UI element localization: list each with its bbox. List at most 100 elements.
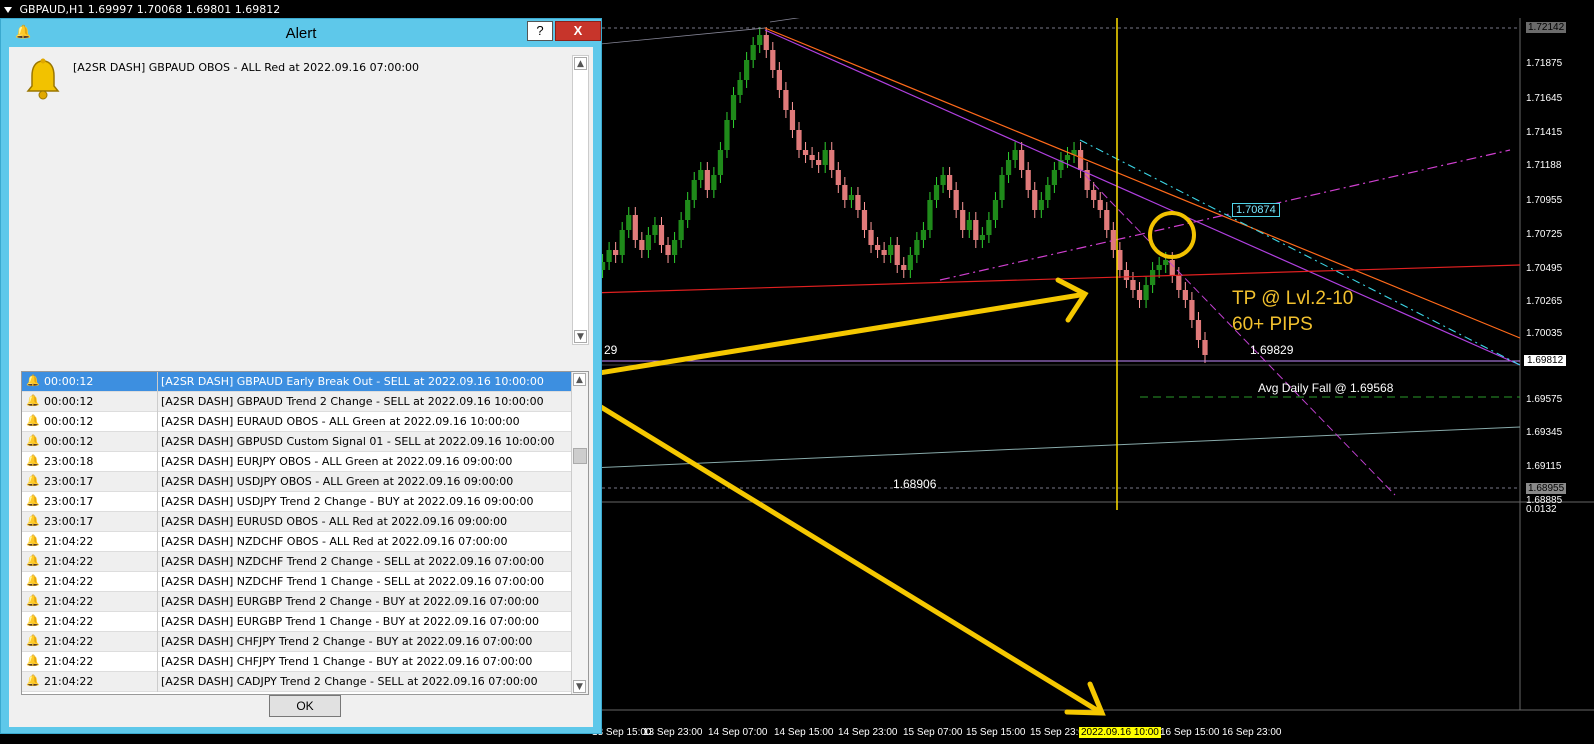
candle <box>770 50 776 70</box>
column-divider <box>157 592 158 612</box>
list-item[interactable]: 🔔 23:00:17 [A2SR DASH] USDJPY Trend 2 Chan… <box>22 492 588 512</box>
chevron-down-icon[interactable] <box>4 7 12 13</box>
list-item[interactable]: 🔔 21:04:22 [A2SR DASH] CHFJPY Trend 1 Chan… <box>22 652 588 672</box>
alert-time: 23:00:17 <box>44 515 94 528</box>
candle <box>1104 210 1110 230</box>
dialog-title: Alert <box>285 25 317 42</box>
candle <box>1012 150 1018 160</box>
candle <box>868 230 874 245</box>
candle <box>776 70 782 90</box>
bell-icon: 🔔 <box>26 474 40 487</box>
candle <box>888 245 894 255</box>
alert-text: [A2SR DASH] NZDCHF Trend 2 Change - SELL… <box>161 555 545 568</box>
list-item[interactable]: 🔔 21:04:22 [A2SR DASH] NZDCHF OBOS - ALL R… <box>22 532 588 552</box>
ok-button[interactable]: OK <box>269 695 341 717</box>
message-scrollbar[interactable]: ▲ ▼ <box>572 55 589 345</box>
candle <box>946 175 953 190</box>
list-item[interactable]: 🔔 21:04:22 [A2SR DASH] EURGBP Trend 2 Chan… <box>22 592 588 612</box>
list-item[interactable]: 🔔 23:00:17 [A2SR DASH] USDJPY OBOS - ALL G… <box>22 472 588 492</box>
candle <box>698 170 704 180</box>
price-axis-label: 1.68955 <box>1526 483 1567 494</box>
list-item[interactable]: 🔔 21:04:22 [A2SR DASH] CADJPY Trend 2 Chan… <box>22 672 588 692</box>
candle <box>940 175 946 185</box>
candle <box>966 220 972 230</box>
close-button[interactable]: X <box>555 21 601 41</box>
candle <box>691 180 697 200</box>
candle <box>1189 300 1195 320</box>
column-divider <box>157 432 158 452</box>
list-item[interactable]: 🔔 21:04:22 [A2SR DASH] EURGBP Trend 1 Chan… <box>22 612 588 632</box>
list-scrollbar[interactable]: ▲ ▼ <box>571 372 588 694</box>
candle <box>685 200 691 220</box>
price-annotation-2: 1.68906 <box>893 477 937 491</box>
candle <box>1169 260 1175 275</box>
alert-time: 21:04:22 <box>44 555 94 568</box>
candle <box>1136 290 1143 300</box>
candle <box>1019 150 1025 170</box>
candle <box>816 160 822 165</box>
dialog-titlebar[interactable]: 🔔 Alert ? X <box>1 19 601 47</box>
scroll-up-icon[interactable]: ▲ <box>574 57 587 70</box>
chart-symbol-info: GBPAUD,H1 1.69997 1.70068 1.69801 1.6981… <box>19 3 281 16</box>
candle <box>802 150 809 155</box>
candle <box>645 235 652 250</box>
scroll-down-icon[interactable]: ▼ <box>574 330 587 343</box>
alert-text: [A2SR DASH] GBPAUD Trend 2 Change - SELL… <box>161 395 544 408</box>
tp-annotation-line1: TP @ Lvl.2-10 <box>1232 288 1354 309</box>
alert-text: [A2SR DASH] EURUSD OBOS - ALL Red at 202… <box>161 515 508 528</box>
list-item[interactable]: 🔔 23:00:17 [A2SR DASH] EURUSD OBOS - ALL R… <box>22 512 588 532</box>
list-item[interactable]: 🔔 00:00:12 [A2SR DASH] GBPAUD Early Break … <box>22 372 588 392</box>
candle <box>737 80 743 95</box>
candle <box>973 220 979 240</box>
price-axis-label: 1.69575 <box>1526 394 1563 405</box>
scroll-up-icon[interactable]: ▲ <box>573 373 586 386</box>
alert-time: 21:04:22 <box>44 595 94 608</box>
candle <box>848 195 855 200</box>
list-item[interactable]: 🔔 21:04:22 [A2SR DASH] CHFJPY Trend 2 Chan… <box>22 632 588 652</box>
price-axis-label: 1.70495 <box>1526 263 1563 274</box>
column-divider <box>157 612 158 632</box>
candle <box>855 195 861 210</box>
list-item[interactable]: 🔔 00:00:12 [A2SR DASH] GBPUSD Custom Signa… <box>22 432 588 452</box>
price-axis-label: 1.71875 <box>1526 58 1563 69</box>
column-divider <box>157 552 158 572</box>
current-price-tag: 1.69812 <box>1524 355 1567 366</box>
alert-text: [A2SR DASH] GBPAUD Early Break Out - SEL… <box>161 375 544 388</box>
bell-icon: 🔔 <box>26 654 40 667</box>
candle <box>992 200 999 220</box>
scrollbar-thumb[interactable] <box>573 448 587 464</box>
alert-text: [A2SR DASH] NZDCHF Trend 1 Change - SELL… <box>161 575 545 588</box>
list-item[interactable]: 🔔 21:04:22 [A2SR DASH] NZDCHF Trend 2 Chan… <box>22 552 588 572</box>
tp-annotation-line2: 60+ PIPS <box>1232 314 1313 335</box>
list-item[interactable]: 🔔 00:00:12 [A2SR DASH] EURAUD OBOS - ALL G… <box>22 412 588 432</box>
candle <box>1182 290 1188 300</box>
alert-text: [A2SR DASH] CADJPY Trend 2 Change - SELL… <box>161 675 538 688</box>
alert-dialog[interactable]: 🔔 Alert ? X [A2SR DASH] GBPAUD OBOS - AL… <box>0 18 602 734</box>
alert-history-list[interactable]: 🔔 00:00:12 [A2SR DASH] GBPAUD Early Break … <box>21 371 589 695</box>
candle <box>711 175 717 190</box>
candle <box>619 230 625 255</box>
list-item[interactable]: 🔔 21:04:22 [A2SR DASH] NZDCHF Trend 1 Chan… <box>22 572 588 592</box>
candle <box>1077 150 1084 170</box>
time-axis-label: 2022.09.16 10:00 <box>1079 727 1161 738</box>
candle <box>743 60 750 80</box>
alert-text: [A2SR DASH] USDJPY OBOS - ALL Green at 2… <box>161 475 514 488</box>
candle <box>632 215 638 240</box>
time-axis-label: 15 Sep 07:00 <box>903 727 963 738</box>
list-item[interactable]: 🔔 23:00:18 [A2SR DASH] EURJPY OBOS - ALL G… <box>22 452 588 472</box>
candle <box>763 35 769 50</box>
candle <box>822 150 828 165</box>
column-divider <box>157 472 158 492</box>
candle <box>1064 155 1071 160</box>
candle <box>999 175 1005 200</box>
alert-text: [A2SR DASH] CHFJPY Trend 2 Change - BUY … <box>161 635 533 648</box>
help-button[interactable]: ? <box>527 21 553 41</box>
alert-time: 00:00:12 <box>44 375 94 388</box>
price-annotation-1: 1.69829 <box>1250 343 1294 357</box>
candle <box>789 110 796 130</box>
list-item[interactable]: 🔔 00:00:12 [A2SR DASH] GBPAUD Trend 2 Chan… <box>22 392 588 412</box>
bell-icon: 🔔 <box>26 614 40 627</box>
candle <box>1163 260 1169 265</box>
candle <box>678 220 684 240</box>
scroll-down-icon[interactable]: ▼ <box>573 680 586 693</box>
